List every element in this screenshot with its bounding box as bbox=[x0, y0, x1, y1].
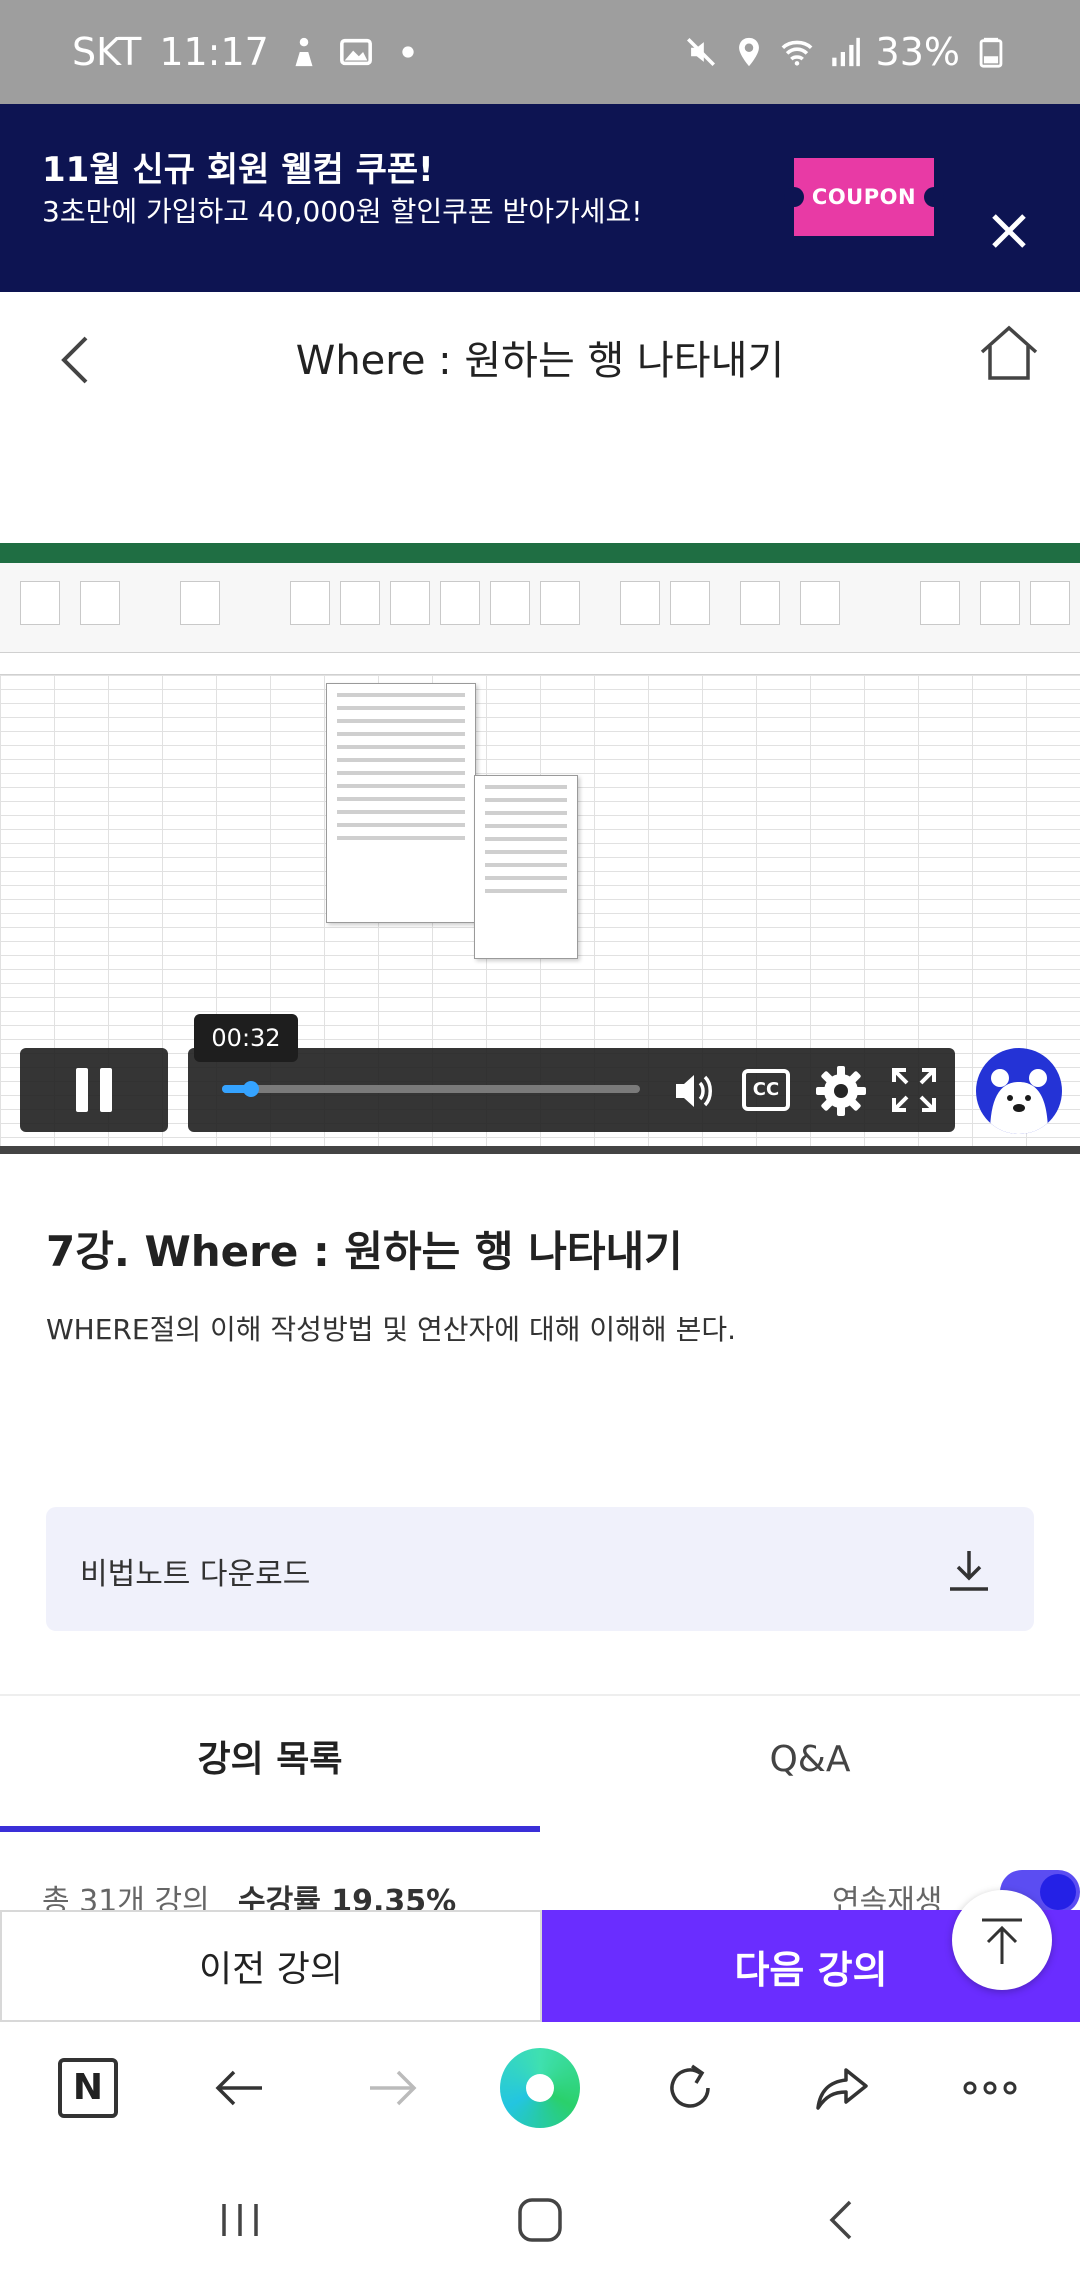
location-icon bbox=[738, 37, 759, 67]
coupon-button[interactable]: COUPON bbox=[784, 158, 944, 236]
section-divider bbox=[0, 1694, 1080, 1696]
carrier-text: SKT bbox=[72, 30, 142, 74]
close-icon[interactable] bbox=[984, 206, 1034, 256]
cc-button[interactable]: CC bbox=[742, 1069, 790, 1111]
current-time-tooltip: 00:32 bbox=[194, 1014, 298, 1062]
refresh-icon[interactable] bbox=[660, 2058, 720, 2118]
bear-mascot-button[interactable] bbox=[976, 1048, 1062, 1134]
video-frame-submenu bbox=[474, 775, 578, 959]
coupon-label: COUPON bbox=[811, 185, 917, 209]
dot-icon bbox=[402, 46, 414, 58]
gear-icon[interactable] bbox=[814, 1064, 868, 1118]
more-icon[interactable] bbox=[960, 2058, 1020, 2118]
previous-lecture-label: 이전 강의 bbox=[199, 1949, 343, 1990]
video-controls-left bbox=[20, 1048, 168, 1132]
share-icon[interactable] bbox=[812, 2058, 872, 2118]
scroll-top-button[interactable] bbox=[952, 1890, 1052, 1990]
status-bar: SKT 11:17 33% bbox=[0, 0, 1080, 104]
back-nav-icon[interactable] bbox=[812, 2190, 872, 2250]
video-frame-titlebar bbox=[0, 543, 1080, 563]
clock-text: 11:17 bbox=[159, 30, 269, 74]
next-lecture-label: 다음 강의 bbox=[734, 1947, 888, 1992]
tab-qna[interactable]: Q&A bbox=[540, 1730, 1080, 1830]
green-dot-button[interactable] bbox=[500, 2048, 580, 2128]
person-icon bbox=[295, 37, 313, 67]
wifi-icon bbox=[781, 40, 812, 66]
tab-lecture-list[interactable]: 강의 목록 bbox=[0, 1730, 540, 1830]
mute-icon bbox=[686, 37, 715, 67]
lecture-description: WHERE절의 이해 작성방법 및 연산자에 대해 이해해 본다. bbox=[46, 1313, 736, 1346]
arrow-up-icon bbox=[982, 1918, 1022, 1964]
status-left: SKT 11:17 bbox=[72, 30, 425, 74]
signal-icon bbox=[831, 37, 860, 67]
page-title: Where : 원하는 행 나타내기 bbox=[295, 338, 785, 384]
video-bottom-edge bbox=[0, 1146, 1080, 1154]
page-header: Where : 원하는 행 나타내기 bbox=[0, 292, 1080, 422]
video-frame-formula-bar bbox=[0, 653, 1080, 675]
video-frame-context-menu bbox=[326, 683, 476, 923]
progress-bar[interactable] bbox=[222, 1081, 640, 1097]
pause-button[interactable] bbox=[74, 1068, 114, 1112]
download-icon bbox=[950, 1551, 988, 1591]
fullscreen-icon[interactable] bbox=[890, 1066, 938, 1114]
home-nav-icon[interactable] bbox=[510, 2190, 570, 2250]
download-notes-button[interactable]: 비법노트 다운로드 bbox=[46, 1507, 1034, 1631]
battery-icon bbox=[979, 37, 1003, 68]
lecture-title: 7강. Where : 원하는 행 나타내기 bbox=[46, 1227, 683, 1276]
forward-icon[interactable] bbox=[362, 2058, 422, 2118]
video-frame-ribbon bbox=[0, 563, 1080, 653]
volume-icon[interactable] bbox=[670, 1066, 720, 1116]
download-label: 비법노트 다운로드 bbox=[80, 1557, 311, 1592]
promo-title: 11월 신규 회원 웰컴 쿠폰! bbox=[42, 150, 434, 190]
recent-apps-icon[interactable] bbox=[210, 2190, 270, 2250]
status-right: 33% bbox=[684, 30, 1008, 74]
back-icon[interactable] bbox=[210, 2058, 270, 2118]
previous-lecture-button[interactable]: 이전 강의 bbox=[0, 1910, 542, 2022]
image-icon bbox=[339, 38, 372, 66]
android-nav-bar bbox=[0, 2152, 1080, 2280]
promo-subtitle: 3초만에 가입하고 40,000원 할인쿠폰 받아가세요! bbox=[42, 195, 643, 228]
bear-mascot-icon bbox=[990, 1069, 1048, 1134]
naver-n-button[interactable]: N bbox=[58, 2058, 118, 2118]
home-icon[interactable] bbox=[978, 322, 1040, 384]
battery-text: 33% bbox=[875, 30, 960, 74]
promo-banner[interactable]: 11월 신규 회원 웰컴 쿠폰! 3초만에 가입하고 40,000원 할인쿠폰 … bbox=[0, 104, 1080, 292]
active-tab-indicator bbox=[0, 1826, 540, 1832]
